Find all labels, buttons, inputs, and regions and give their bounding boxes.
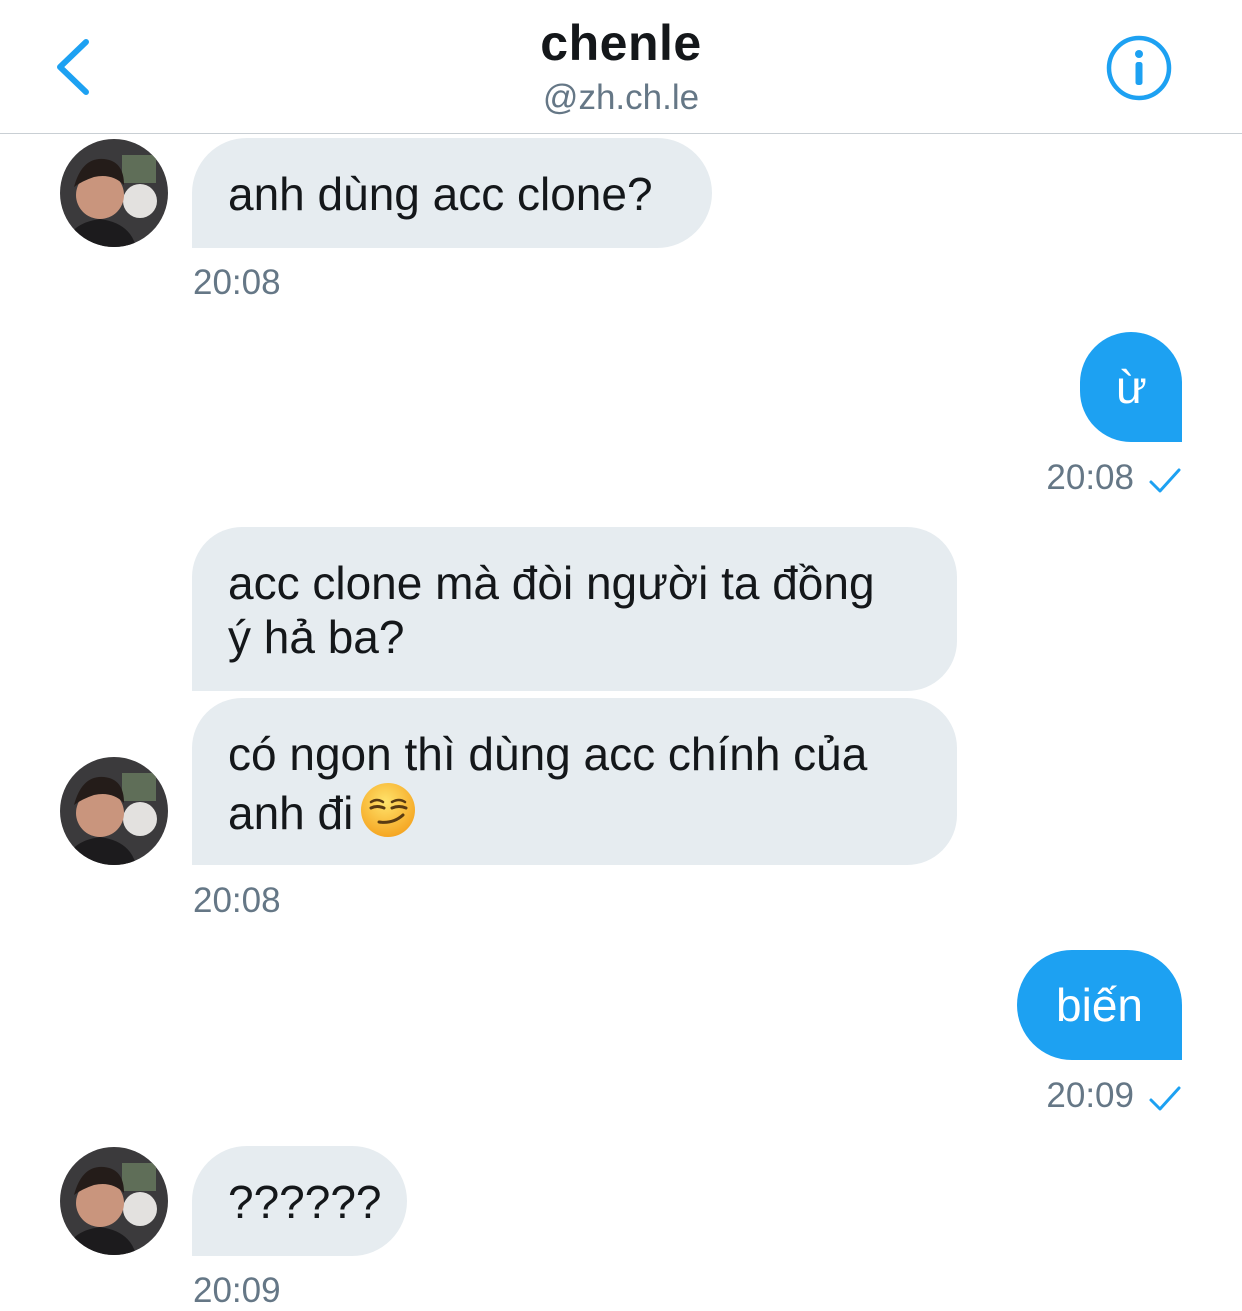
message-timestamp: 20:08 [193,881,281,920]
avatar[interactable] [60,139,168,247]
profile-photo-icon [60,1147,168,1255]
message-text: biến [1056,979,1143,1031]
info-button[interactable] [1104,33,1174,103]
message-bubble-incoming[interactable]: có ngon thì dùng acc chính của anh đi [192,698,957,865]
info-circle-icon [1106,35,1172,101]
message-bubble-incoming[interactable]: anh dùng acc clone? [192,138,712,248]
profile-photo-icon [60,139,168,247]
checkmark-icon [1149,1086,1181,1111]
contact-handle: @zh.ch.le [542,78,700,117]
message-bubble-outgoing[interactable]: ừ [1080,332,1182,442]
message-text: ?????? [228,1176,382,1228]
dm-conversation-screen: chenle @zh.ch.le anh dùng acc clone? 20:… [0,0,1242,1311]
message-bubble-outgoing[interactable]: biến [1017,950,1182,1060]
contact-name[interactable]: chenle [0,14,1242,72]
smirking-face-emoji [361,783,416,837]
message-text: ừ [1116,361,1147,413]
checkmark-icon [1149,468,1181,493]
message-text: acc clone mà đòi người ta đồng ý hả ba? [228,557,875,663]
message-bubble-incoming[interactable]: ?????? [192,1146,407,1256]
profile-photo-icon [60,757,168,865]
message-timestamp: 20:09 [193,1271,281,1310]
message-timestamp: 20:09 [1046,1076,1134,1115]
message-text: có ngon thì dùng acc chính của anh đi [228,728,868,839]
avatar[interactable] [60,1147,168,1255]
message-bubble-incoming[interactable]: acc clone mà đòi người ta đồng ý hả ba? [192,527,957,691]
message-timestamp: 20:08 [1046,458,1134,497]
message-timestamp: 20:08 [193,263,281,302]
avatar[interactable] [60,757,168,865]
message-text: anh dùng acc clone? [228,168,653,220]
conversation-header: chenle @zh.ch.le [0,0,1242,134]
